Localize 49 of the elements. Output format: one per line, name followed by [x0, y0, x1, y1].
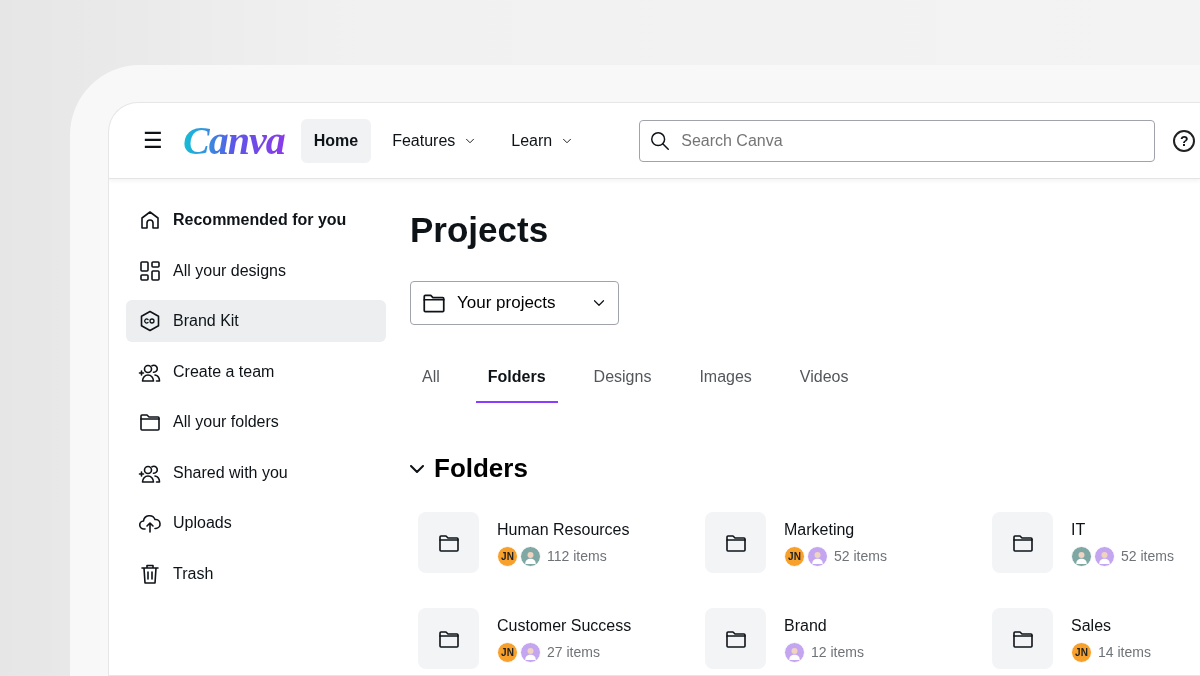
- nav-link[interactable]: Home: [300, 118, 372, 163]
- sidebar-item[interactable]: Brand Kit: [126, 300, 386, 342]
- projects-dropdown[interactable]: Your projects: [410, 281, 619, 325]
- menu-button[interactable]: ☰: [139, 124, 167, 157]
- avatar: JN: [784, 546, 805, 567]
- folder-thumbnail[interactable]: [705, 608, 766, 669]
- sidebar-item[interactable]: Shared with you: [126, 451, 386, 494]
- avatar: JN: [497, 546, 518, 567]
- item-count: 52 items: [834, 547, 887, 566]
- folder-thumbnail[interactable]: [705, 512, 766, 573]
- search-icon: [649, 129, 672, 152]
- item-count: 52 items: [1121, 547, 1174, 566]
- avatar: JN: [497, 642, 518, 663]
- tab[interactable]: Videos: [787, 355, 861, 403]
- folder-name[interactable]: Brand: [784, 614, 864, 638]
- folder-name[interactable]: Marketing: [784, 518, 887, 542]
- item-count: 12 items: [811, 643, 864, 662]
- folder-name[interactable]: Human Resources: [497, 518, 630, 542]
- nav-link[interactable]: Learn: [498, 118, 588, 163]
- tab[interactable]: Images: [687, 355, 764, 403]
- chevron-icon: [410, 464, 424, 473]
- folder-thumbnail[interactable]: [418, 608, 479, 669]
- folder-name[interactable]: Customer Success: [497, 614, 632, 638]
- sidebar-item[interactable]: Trash: [126, 552, 386, 595]
- page-title: Projects: [410, 209, 550, 251]
- item-count: 27 items: [547, 643, 600, 662]
- home-icon: [138, 208, 162, 232]
- help-icon[interactable]: ?: [1173, 129, 1196, 152]
- item-count: 14 items: [1098, 643, 1151, 662]
- nav-link[interactable]: Features: [379, 118, 491, 163]
- item-count: 112 items: [547, 547, 607, 566]
- folder-name[interactable]: IT: [1071, 518, 1174, 542]
- sidebar-item[interactable]: Uploads: [126, 502, 386, 544]
- folder-name[interactable]: Sales: [1071, 614, 1151, 638]
- tab[interactable]: Designs: [581, 355, 664, 403]
- sidebar-item[interactable]: Recommended for you: [126, 199, 386, 241]
- tab[interactable]: Folders: [475, 355, 558, 403]
- folder-thumbnail[interactable]: [418, 512, 479, 573]
- folder-thumbnail[interactable]: [992, 608, 1053, 669]
- sidebar-item[interactable]: All your folders: [126, 401, 386, 443]
- section-toggle[interactable]: Folders: [410, 449, 528, 488]
- folder-thumbnail[interactable]: [992, 512, 1053, 573]
- sidebar-item[interactable]: All your designs: [126, 249, 386, 292]
- tab[interactable]: All: [410, 355, 452, 403]
- sidebar-item[interactable]: Create a team: [126, 350, 386, 393]
- grid-icon: [138, 258, 162, 283]
- avatar: JN: [1071, 642, 1092, 663]
- hexagon-icon: [138, 309, 162, 333]
- search-field[interactable]: Search Canva: [639, 119, 1156, 162]
